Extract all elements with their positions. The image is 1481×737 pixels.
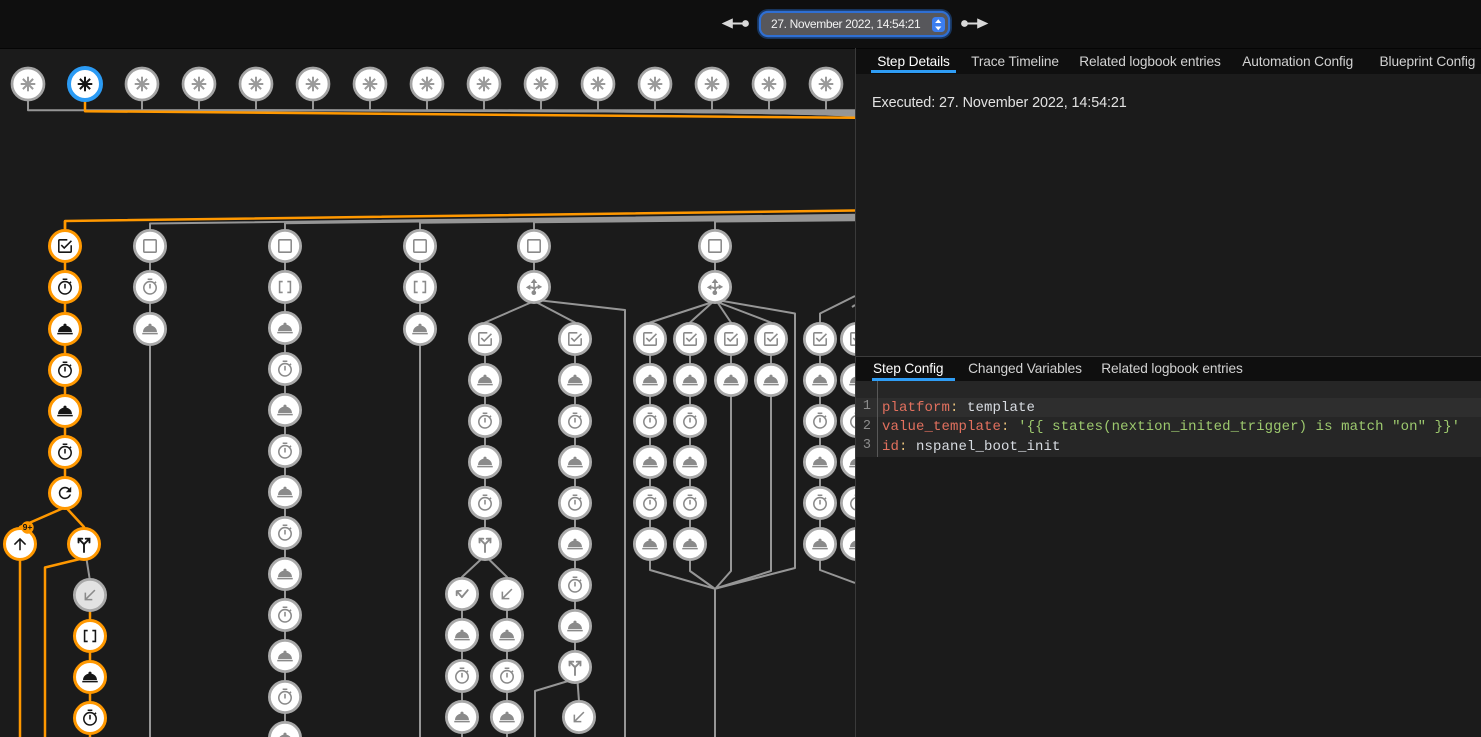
- svg-text:9+: 9+: [23, 522, 33, 532]
